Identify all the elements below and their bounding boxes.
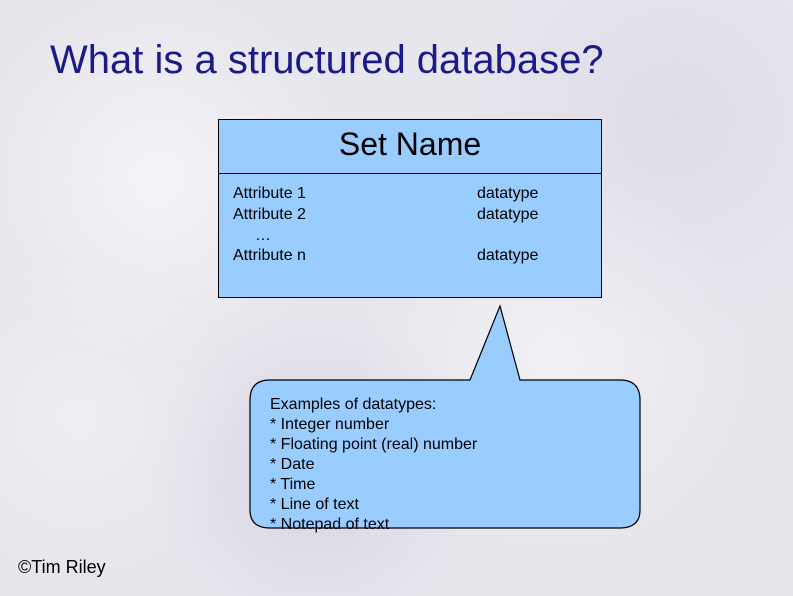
datatype-column: datatype datatype datatype bbox=[477, 184, 587, 267]
datatype-row: datatype bbox=[477, 246, 587, 267]
set-box: Set Name Attribute 1 Attribute 2 … Attri… bbox=[218, 119, 602, 298]
callout-item: * Notepad of text bbox=[270, 515, 477, 535]
copyright-text: ©Tim Riley bbox=[18, 557, 106, 578]
attribute-names-column: Attribute 1 Attribute 2 … Attribute n bbox=[233, 184, 477, 267]
attribute-row: Attribute 1 bbox=[233, 184, 477, 205]
callout-text: Examples of datatypes: * Integer number … bbox=[270, 395, 477, 535]
datatype-row: datatype bbox=[477, 205, 587, 226]
callout-item: * Floating point (real) number bbox=[270, 435, 477, 455]
attribute-row: Attribute n bbox=[233, 246, 477, 267]
callout-item: * Time bbox=[270, 475, 477, 495]
callout-item: * Integer number bbox=[270, 415, 477, 435]
datatypes-callout: Examples of datatypes: * Integer number … bbox=[240, 300, 650, 530]
datatype-row: datatype bbox=[477, 184, 587, 205]
attribute-row: Attribute 2 bbox=[233, 205, 477, 226]
callout-item: * Line of text bbox=[270, 495, 477, 515]
attribute-ellipsis: … bbox=[233, 226, 477, 247]
callout-item: * Date bbox=[270, 455, 477, 475]
callout-heading: Examples of datatypes: bbox=[270, 395, 477, 415]
attribute-table: Attribute 1 Attribute 2 … Attribute n da… bbox=[219, 174, 601, 297]
slide-title: What is a structured database? bbox=[50, 38, 750, 83]
set-name: Set Name bbox=[219, 120, 601, 174]
